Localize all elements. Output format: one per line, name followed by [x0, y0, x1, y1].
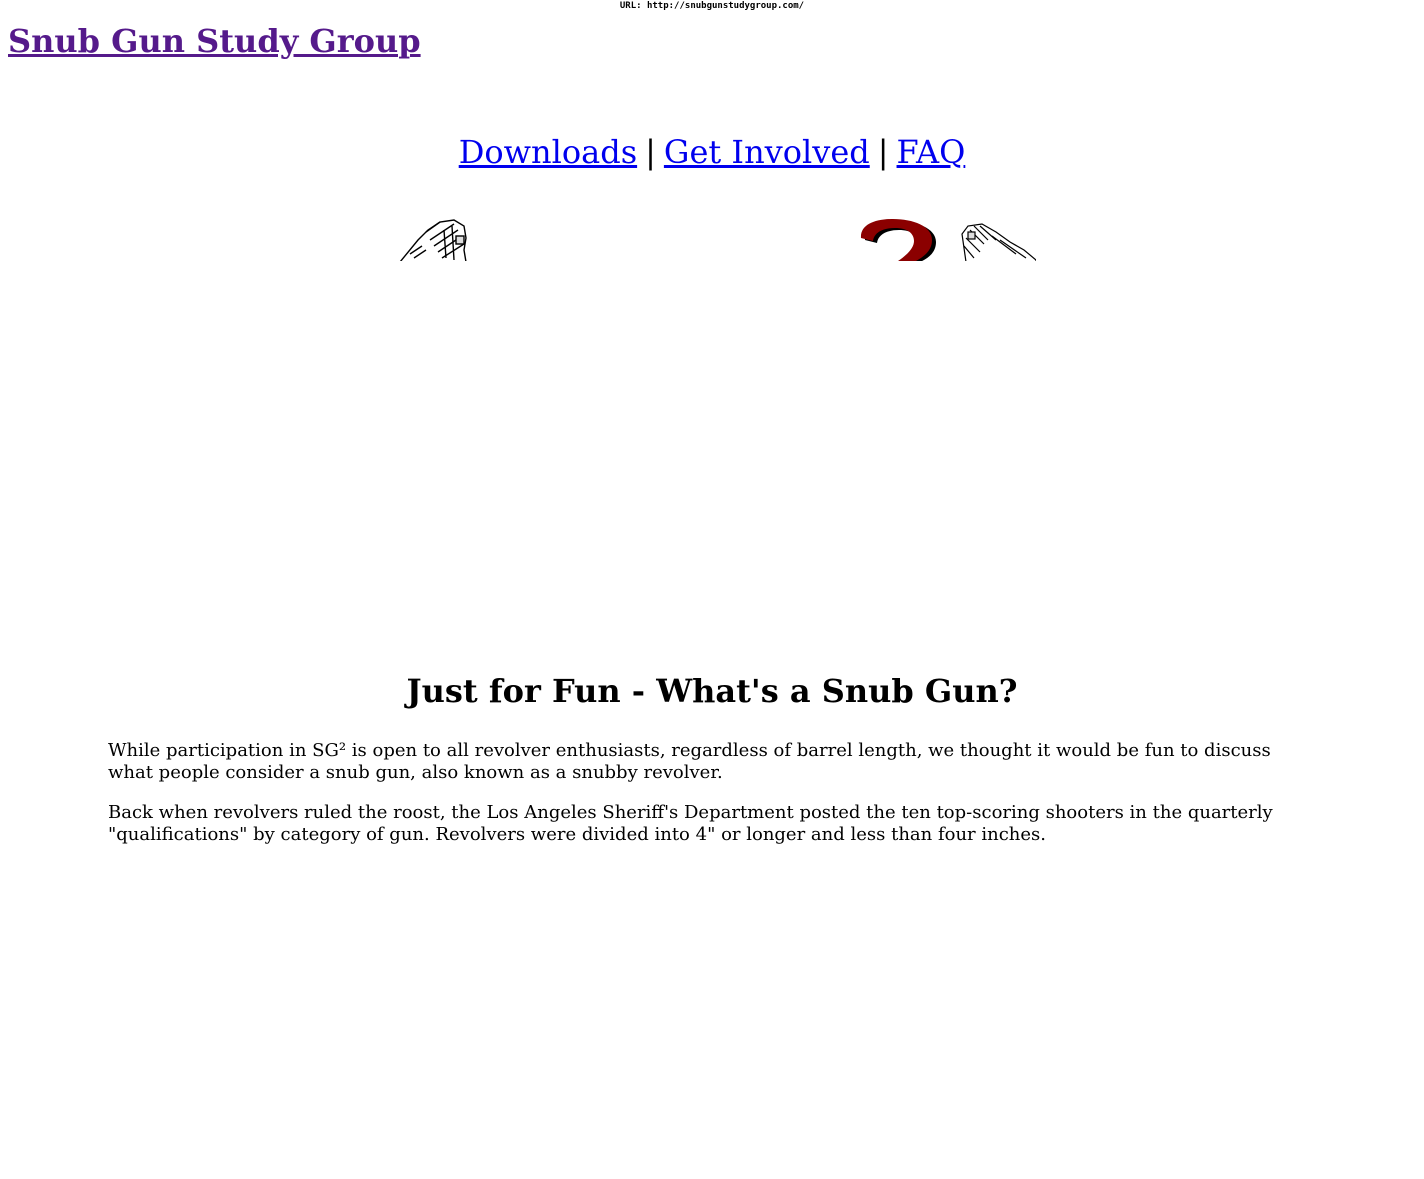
article-heading: Just for Fun - What's a Snub Gun?	[406, 672, 1018, 710]
question-mark-icon	[860, 219, 936, 261]
article: Just for Fun - What's a Snub Gun? While …	[108, 668, 1316, 864]
main-nav: Downloads | Get Involved | FAQ	[0, 128, 1424, 176]
nav-separator: |	[645, 133, 656, 171]
article-paragraph: Back when revolvers ruled the roost, the…	[108, 802, 1273, 845]
site-title-link[interactable]: Snub Gun Study Group	[8, 22, 421, 60]
nav-separator: |	[877, 133, 889, 171]
site-title: Snub Gun Study Group	[8, 19, 421, 63]
url-label: URL: http://snubgunstudygroup.com/	[619, 1, 805, 11]
article-paragraph: While participation in SG² is open to al…	[108, 740, 1271, 783]
nav-link-downloads[interactable]: Downloads	[459, 133, 637, 171]
revolver-left-icon	[399, 219, 467, 261]
logo-banner	[396, 210, 1036, 261]
nav-link-get-involved[interactable]: Get Involved	[664, 133, 870, 171]
revolver-right-icon	[961, 223, 1036, 261]
nav-link-faq[interactable]: FAQ	[897, 133, 966, 171]
